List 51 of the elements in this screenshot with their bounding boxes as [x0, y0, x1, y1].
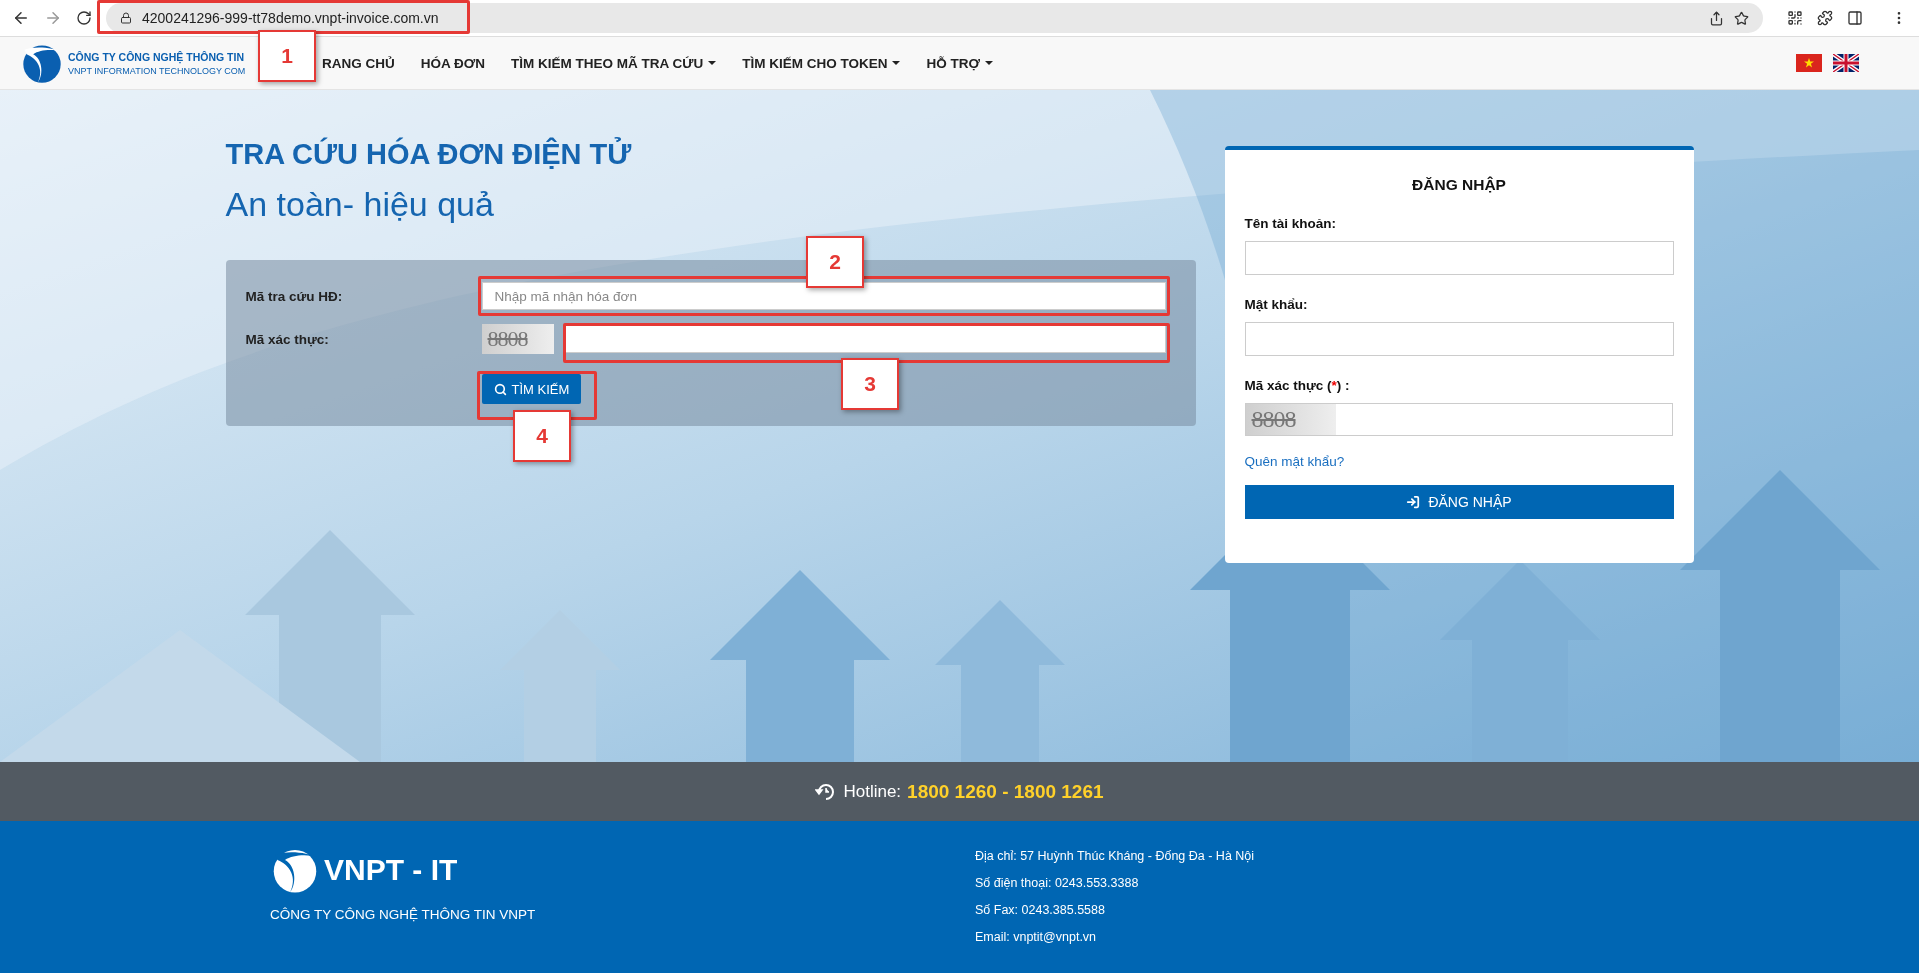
field-label: Tên tài khoản:: [1244, 216, 1337, 231]
contact-line: Số điện thoại: 0243.553.3388: [975, 876, 1140, 890]
star-icon[interactable]: [1734, 10, 1749, 26]
hotline-number: 1800 1260 - 1800 1261: [907, 780, 1104, 803]
lock-icon: [120, 12, 132, 24]
qr-code-icon[interactable]: [1787, 10, 1803, 26]
logo-subtitle: VNPT INFORMATION TECHNOLOGY COM: [68, 65, 246, 76]
password-field[interactable]: [1244, 322, 1674, 356]
step-number-callout: 4: [513, 410, 571, 462]
search-button[interactable]: TÌM KIẾM: [481, 374, 582, 404]
uk-flag-icon[interactable]: [1833, 54, 1859, 72]
step-number-callout: 2: [806, 236, 864, 288]
address-bar[interactable]: 4200241296-999-tt78demo.vnpt-invoice.com.vn: [106, 3, 1763, 33]
nav-link[interactable]: HÓA ĐƠN: [420, 55, 485, 71]
nav-link[interactable]: HỖ TRỢ: [926, 55, 993, 71]
login-title: ĐĂNG NHẬP: [1411, 176, 1507, 194]
nav-link[interactable]: RANG CHỦ: [322, 55, 395, 71]
url-text: 4200241296-999-tt78demo.vnpt-invoice.com.vn: [142, 10, 440, 26]
field-label: Mã xác thực:: [245, 331, 330, 347]
field-label: Mã xác thực (*) :: [1244, 378, 1351, 393]
logo-text: CÔNG TY CÔNG NGHỆ THÔNG TIN: [68, 50, 245, 63]
side-panel-icon[interactable]: [1847, 10, 1863, 26]
captcha-image: 8808: [481, 324, 554, 354]
search-icon: [493, 382, 507, 396]
captcha-field[interactable]: [563, 325, 1166, 353]
contact-line: Email: vnptit@vnpt.vn: [975, 930, 1098, 944]
step-number-callout: 3: [841, 358, 899, 410]
puzzle-icon[interactable]: [1817, 10, 1833, 26]
forward-icon[interactable]: [44, 9, 62, 27]
contact-line: Địa chỉ: 57 Huỳnh Thúc Kháng - Đống Đa - Hà Nội: [975, 849, 1255, 863]
company-name: CÔNG TY CÔNG NGHỆ THÔNG TIN VNPT: [270, 907, 537, 922]
hotline-label: Hotline:: [843, 781, 902, 802]
brand-name: VNPT - IT: [324, 853, 458, 887]
username-field[interactable]: [1244, 241, 1674, 275]
vietnam-flag-icon[interactable]: [1796, 54, 1822, 72]
page-subtitle: An toàn- hiệu quả: [225, 185, 495, 224]
step-number-callout: 1: [258, 30, 316, 82]
login-icon: [1406, 495, 1421, 509]
nav-link[interactable]: TÌM KIẾM CHO TOKEN: [742, 55, 901, 71]
login-button[interactable]: ĐĂNG NHẬP: [1244, 485, 1674, 519]
field-label: Mã tra cứu HĐ:: [245, 288, 344, 304]
nav-link[interactable]: TÌM KIẾM THEO MÃ TRA CỨU: [511, 55, 717, 71]
captcha-image: 8808: [1245, 404, 1336, 435]
reload-icon[interactable]: [76, 10, 92, 26]
share-icon[interactable]: [1709, 10, 1724, 26]
back-icon[interactable]: [12, 9, 30, 27]
invoice-code-field[interactable]: Nhập mã nhận hóa đơn: [481, 282, 1166, 310]
contact-line: Số Fax: 0243.385.5588: [975, 903, 1106, 917]
forgot-password-link[interactable]: Quên mật khẩu?: [1244, 454, 1345, 469]
page-title: TRA CỨU HÓA ĐƠN ĐIỆN TỬ: [225, 138, 633, 171]
field-label: Mật khẩu:: [1244, 297, 1309, 312]
